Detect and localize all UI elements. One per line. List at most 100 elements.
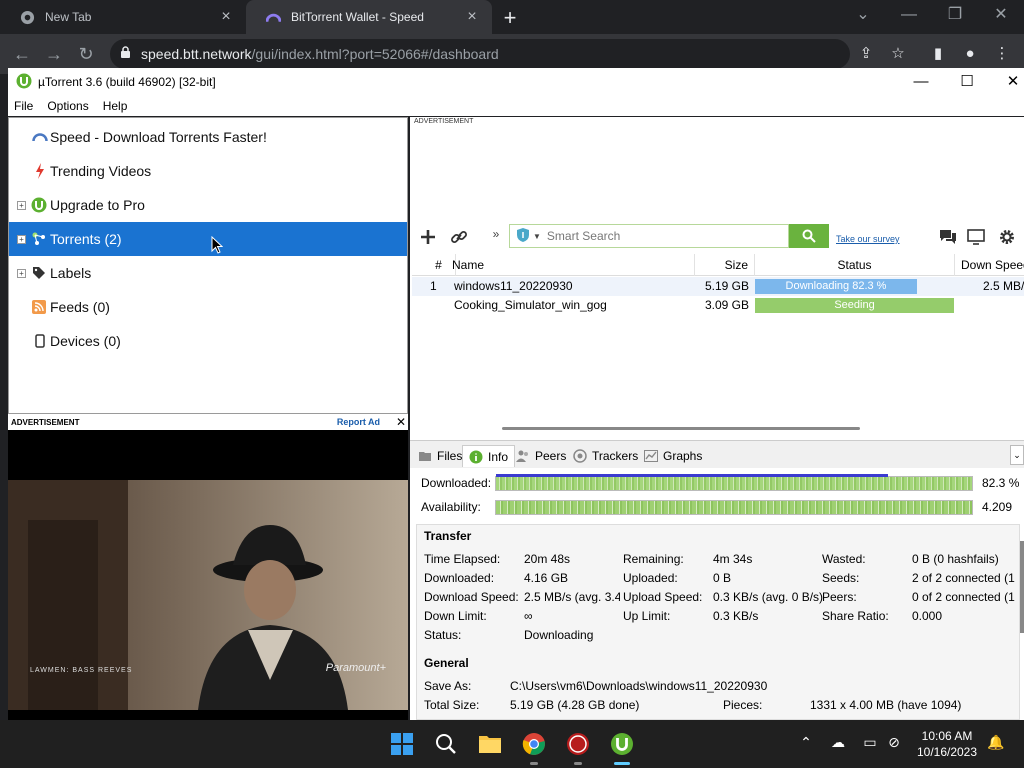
- app-maximize-icon[interactable]: ☐: [944, 68, 990, 96]
- sidebar-item-devices[interactable]: Devices (0): [9, 324, 407, 358]
- peers-icon: [516, 450, 530, 462]
- chat-icon[interactable]: [936, 225, 960, 249]
- tag-icon: [30, 264, 48, 282]
- windows-start-icon[interactable]: [388, 730, 416, 758]
- ad-video[interactable]: LAWMEN: BASS REEVES Paramount+: [8, 430, 408, 720]
- utorrent-taskbar-icon[interactable]: [608, 730, 636, 758]
- info-panel: Transfer Time Elapsed: 20m 48s Remaining…: [416, 524, 1020, 720]
- expand-icon[interactable]: +: [17, 201, 26, 210]
- table-row[interactable]: Cooking_Simulator_win_gog 3.09 GB Seedin…: [412, 296, 1024, 315]
- add-torrent-icon[interactable]: [416, 225, 440, 249]
- tab-label: Files: [437, 449, 463, 463]
- torrent-size: 3.09 GB: [704, 298, 749, 312]
- chrome-icon[interactable]: [520, 730, 548, 758]
- tray-overflow-chevron-icon[interactable]: ⌃: [796, 734, 816, 751]
- up-limit-value: 0.3 KB/s: [713, 609, 759, 623]
- notification-bell-icon[interactable]: 🔔: [986, 734, 1006, 751]
- app-title-bar: µTorrent 3.6 (build 46902) [32-bit]: [8, 68, 1024, 96]
- close-tab-icon[interactable]: ×: [218, 8, 234, 26]
- search-provider-dropdown-icon[interactable]: ▼: [533, 232, 541, 241]
- taskbar-search-icon[interactable]: [432, 730, 460, 758]
- tab-info[interactable]: Info: [462, 445, 516, 467]
- taskbar-clock[interactable]: 10:06 AM 10/16/2023: [912, 728, 982, 760]
- close-tab-icon[interactable]: ×: [464, 8, 480, 26]
- forward-icon[interactable]: →: [42, 42, 66, 66]
- sidebar-item-feeds[interactable]: Feeds (0): [9, 290, 407, 324]
- rss-icon: [30, 298, 48, 316]
- bookmark-star-icon[interactable]: ☆: [886, 42, 910, 66]
- status-text: Downloading 82.3 %: [785, 280, 887, 292]
- status-progress-bar: Seeding: [755, 298, 954, 313]
- app-close-icon[interactable]: ✕: [990, 68, 1024, 96]
- chrome-menu-icon[interactable]: ⋮: [990, 42, 1014, 66]
- survey-link[interactable]: Take our survey: [836, 234, 900, 244]
- info-vertical-scrollbar[interactable]: [1020, 541, 1024, 633]
- network-icon[interactable]: ⊘: [884, 734, 904, 751]
- onedrive-icon[interactable]: ☁: [828, 734, 848, 751]
- table-row[interactable]: 1 windows11_20220930 5.19 GB Downloading…: [412, 277, 1024, 296]
- column-size[interactable]: Size: [695, 254, 755, 276]
- list-horizontal-scrollbar[interactable]: [502, 427, 860, 430]
- menu-help[interactable]: Help: [103, 99, 128, 113]
- search-button[interactable]: [789, 224, 829, 248]
- expand-icon[interactable]: +: [17, 269, 26, 278]
- tab-label: Info: [488, 449, 509, 464]
- close-window-icon[interactable]: ✕: [978, 0, 1024, 30]
- shield-icon: [516, 227, 530, 246]
- profile-icon[interactable]: ●: [958, 42, 982, 66]
- column-name[interactable]: Name: [446, 254, 695, 276]
- browser-tab-btt-wallet[interactable]: BitTorrent Wallet - Speed ×: [246, 0, 492, 34]
- share-icon[interactable]: ⇪: [854, 42, 878, 66]
- column-down-speed[interactable]: Down Speed: [955, 254, 1024, 276]
- tab-overflow-chevron-icon[interactable]: ⌄: [1010, 445, 1024, 465]
- tab-search-icon[interactable]: ⌄: [840, 0, 886, 30]
- browser-tab-strip: New Tab × BitTorrent Wallet - Speed × + …: [0, 0, 1024, 34]
- downloaded-value: 4.16 GB: [524, 571, 569, 585]
- settings-gear-icon[interactable]: [995, 225, 1019, 249]
- cs-app-icon[interactable]: [564, 730, 592, 758]
- app-minimize-icon[interactable]: —: [898, 68, 944, 96]
- display-icon[interactable]: ▭: [860, 734, 880, 751]
- sidebar-item-upgrade[interactable]: + Upgrade to Pro: [9, 188, 407, 222]
- taskbar: ⌃ ☁ ▭ ⊘ 10:06 AM 10/16/2023 🔔: [0, 720, 1024, 768]
- peers-value: 0 of 2 connected (1: [912, 590, 1015, 604]
- new-tab-button[interactable]: +: [498, 5, 522, 31]
- minimize-icon[interactable]: —: [886, 0, 932, 30]
- downloaded-label: Downloaded:: [421, 476, 492, 490]
- search-icon: [802, 229, 816, 243]
- close-ad-icon[interactable]: ✕: [396, 415, 406, 429]
- time-elapsed-value: 20m 48s: [524, 552, 571, 566]
- restore-icon[interactable]: ❐: [932, 0, 978, 30]
- sidebar-item-trending[interactable]: Trending Videos: [9, 154, 407, 188]
- ad-header-top: ADVERTISEMENT: [414, 118, 474, 125]
- add-link-icon[interactable]: [447, 225, 471, 249]
- search-input[interactable]: Smart Search: [547, 229, 620, 243]
- seeds-value: 2 of 2 connected (1: [912, 571, 1015, 585]
- remote-icon[interactable]: [964, 225, 988, 249]
- smart-search-field[interactable]: ▼ Smart Search: [509, 224, 789, 248]
- sidebar-item-torrents[interactable]: + Torrents (2): [9, 222, 407, 256]
- tab-files[interactable]: Files: [418, 445, 462, 467]
- report-ad-link[interactable]: Report Ad: [337, 417, 380, 427]
- sidebar-item-speed[interactable]: Speed - Download Torrents Faster!: [9, 120, 407, 154]
- toolbar-overflow-icon[interactable]: »: [484, 222, 508, 246]
- share-ratio-value: 0.000: [912, 609, 943, 623]
- sidebar-item-labels[interactable]: + Labels: [9, 256, 407, 290]
- reload-icon[interactable]: ↻: [74, 42, 98, 66]
- tab-peers[interactable]: Peers: [516, 445, 566, 467]
- browser-tab-new-tab[interactable]: New Tab ×: [0, 0, 246, 34]
- file-explorer-icon[interactable]: [476, 730, 504, 758]
- menu-options[interactable]: Options: [47, 99, 88, 113]
- menu-file[interactable]: File: [14, 99, 33, 113]
- total-size-label: Total Size:: [424, 698, 480, 712]
- back-icon[interactable]: ←: [10, 42, 34, 66]
- side-panel-icon[interactable]: ▮: [926, 42, 950, 66]
- info-icon: [469, 450, 483, 464]
- expand-icon[interactable]: +: [17, 235, 26, 244]
- address-bar[interactable]: speed.btt.network/gui/index.html?port=52…: [110, 39, 850, 69]
- torrents-icon: [30, 230, 48, 248]
- column-status[interactable]: Status: [755, 254, 955, 276]
- tab-trackers[interactable]: Trackers: [573, 445, 638, 467]
- tab-graphs[interactable]: Graphs: [644, 445, 702, 467]
- tab-label: BitTorrent Wallet - Speed: [291, 10, 424, 24]
